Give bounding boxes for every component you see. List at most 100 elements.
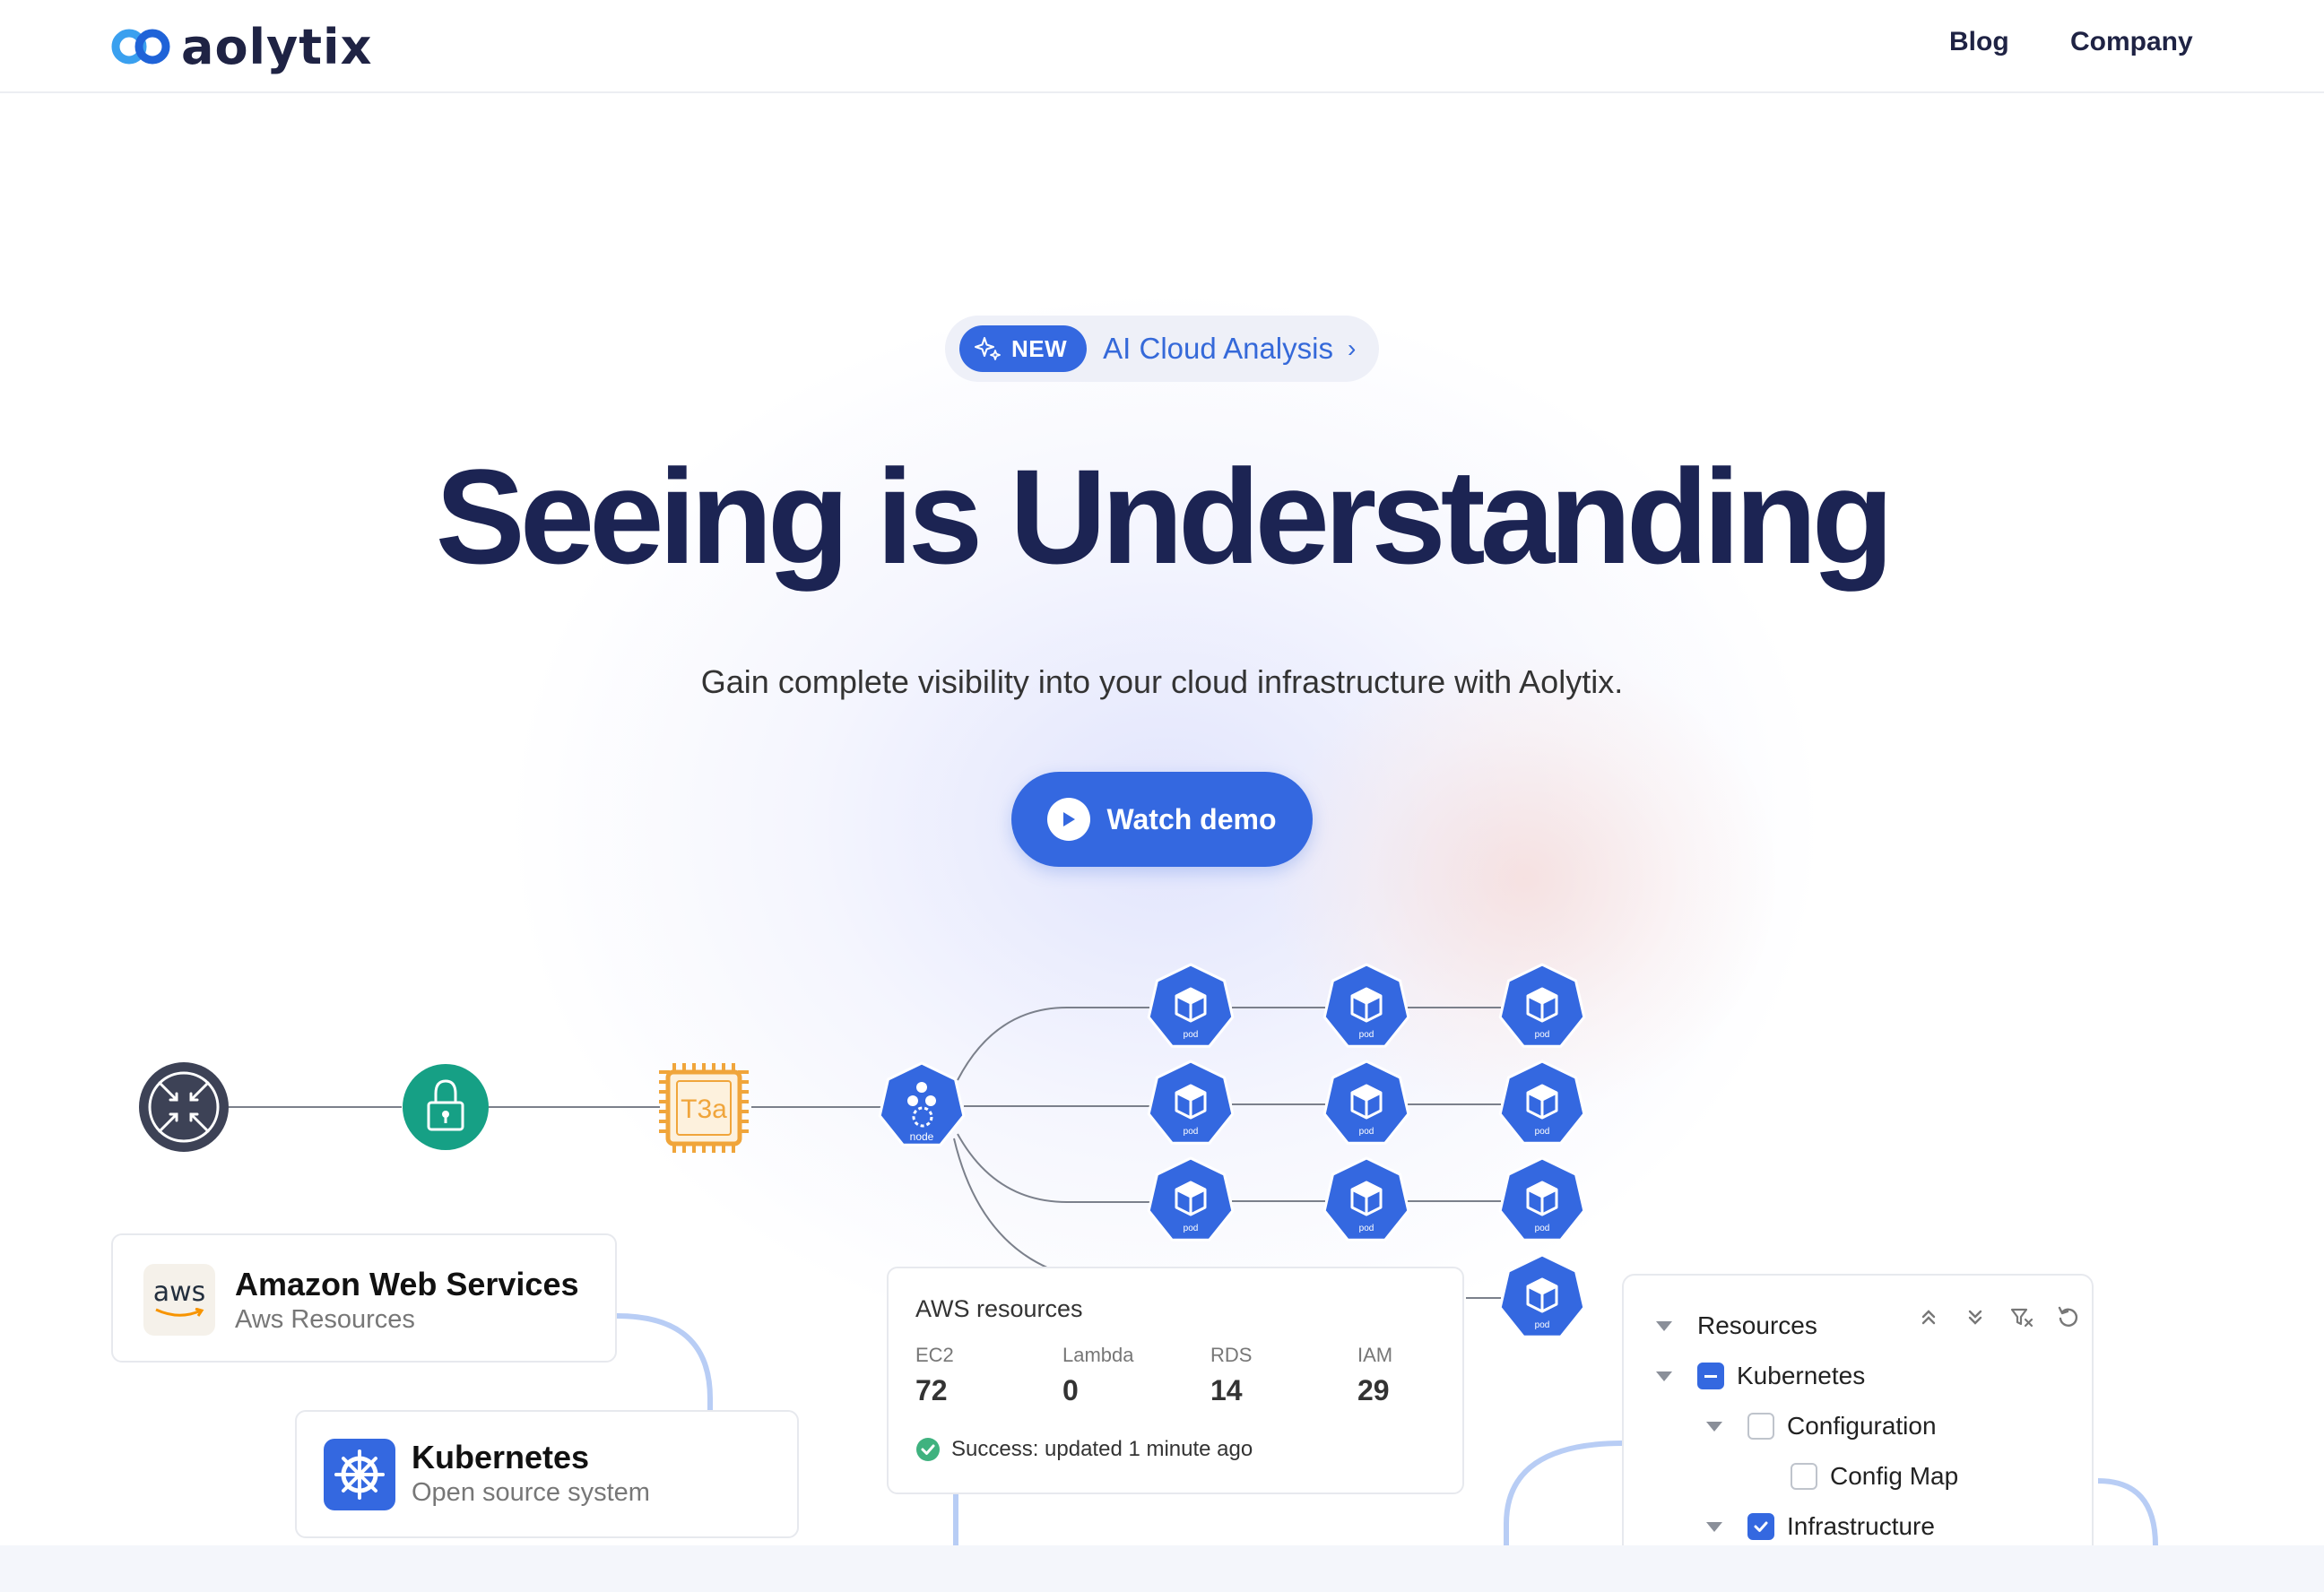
tree-item-infrastructure[interactable]: Infrastructure bbox=[1706, 1512, 1935, 1541]
hero-title: Seeing is Understanding bbox=[435, 441, 1895, 592]
badge-text: AI Cloud Analysis bbox=[1103, 332, 1333, 365]
new-pill: NEW bbox=[959, 325, 1088, 372]
check-circle-icon bbox=[916, 1438, 940, 1461]
pod-label: pod bbox=[1359, 1127, 1374, 1137]
stat-value: 14 bbox=[1210, 1374, 1243, 1406]
pod-node[interactable]: pod bbox=[1322, 1060, 1410, 1145]
pod-label: pod bbox=[1535, 1224, 1550, 1233]
stat-label: RDS bbox=[1210, 1344, 1253, 1366]
pod-label: pod bbox=[1535, 1030, 1550, 1040]
page: aolytix Blog Company NEW AI Cloud Analys… bbox=[0, 0, 2324, 1592]
resources-tree-panel: Resources Kubernetes Configuration Confi… bbox=[1622, 1274, 2094, 1561]
caret-down-icon bbox=[1706, 1521, 1722, 1532]
kubernetes-card[interactable]: Kubernetes Open source system bbox=[295, 1410, 799, 1538]
pod-node[interactable]: pod bbox=[1498, 1156, 1586, 1242]
status-line: Success: updated 1 minute ago bbox=[915, 1437, 1253, 1462]
new-tag: NEW bbox=[1011, 334, 1068, 362]
pod-label: pod bbox=[1535, 1127, 1550, 1137]
link-line bbox=[957, 1133, 1149, 1203]
link-line bbox=[953, 1138, 1050, 1269]
pod-label: pod bbox=[1184, 1127, 1199, 1137]
stat-value: 0 bbox=[1062, 1374, 1079, 1406]
connector-line bbox=[1504, 1441, 1624, 1545]
pod-label: pod bbox=[1184, 1224, 1199, 1233]
tree-item-kubernetes[interactable]: Kubernetes bbox=[1656, 1362, 1865, 1390]
aws-resources-card: AWS resources EC2 72 Lambda 0 RDS 14 IAM… bbox=[887, 1267, 1464, 1494]
brand-logo[interactable]: aolytix bbox=[109, 18, 373, 75]
security-lock-node[interactable] bbox=[403, 1064, 489, 1150]
watch-demo-label: Watch demo bbox=[1106, 802, 1277, 835]
connector-line bbox=[2097, 1478, 2158, 1546]
check-icon bbox=[1754, 1521, 1768, 1532]
chevron-right-icon: › bbox=[1347, 334, 1357, 362]
pod-node[interactable]: pod bbox=[1322, 1156, 1410, 1242]
pod-node[interactable]: pod bbox=[1322, 963, 1410, 1048]
helm-wheel-icon bbox=[324, 1439, 395, 1510]
caret-down-icon bbox=[1656, 1320, 1672, 1331]
collapse-all-icon[interactable] bbox=[1916, 1304, 1941, 1329]
stat-iam: IAM 29 bbox=[1357, 1344, 1392, 1407]
infinity-logo-icon bbox=[111, 29, 170, 65]
k8s-card-subtitle: Open source system bbox=[412, 1478, 650, 1507]
nav-blog[interactable]: Blog bbox=[1949, 27, 2009, 57]
stat-ec2: EC2 72 bbox=[915, 1344, 954, 1407]
top-navbar: aolytix Blog Company bbox=[0, 0, 2324, 93]
pod-label: pod bbox=[1535, 1320, 1550, 1330]
checkbox-checked[interactable] bbox=[1747, 1513, 1774, 1540]
chip-label: T3a bbox=[681, 1094, 727, 1124]
watch-demo-button[interactable]: Watch demo bbox=[1011, 772, 1313, 867]
pod-node[interactable]: pod bbox=[1147, 1060, 1235, 1145]
connector-line bbox=[616, 1313, 713, 1412]
nav-company[interactable]: Company bbox=[2070, 27, 2193, 57]
checkbox-unchecked[interactable] bbox=[1747, 1413, 1774, 1440]
tree-item-label: Configuration bbox=[1787, 1412, 1937, 1440]
hero-subtitle: Gain complete visibility into your cloud… bbox=[700, 663, 1624, 700]
tree-item-configuration[interactable]: Configuration bbox=[1706, 1412, 1937, 1441]
tree-item-label: Infrastructure bbox=[1787, 1512, 1935, 1540]
k8s-card-title: Kubernetes bbox=[412, 1439, 590, 1475]
stat-value: 72 bbox=[915, 1374, 948, 1406]
pod-node[interactable]: pod bbox=[1498, 1060, 1586, 1145]
pod-node[interactable]: pod bbox=[1147, 963, 1235, 1048]
gateway-node[interactable] bbox=[139, 1062, 229, 1152]
checkbox-partial[interactable] bbox=[1697, 1363, 1724, 1389]
tree-item-config-map[interactable]: Config Map bbox=[1791, 1462, 1958, 1491]
sparkle-icon bbox=[975, 337, 1001, 360]
stat-label: EC2 bbox=[915, 1344, 954, 1366]
tree-header[interactable]: Resources bbox=[1656, 1311, 1817, 1340]
aws-logo: aws bbox=[143, 1264, 215, 1336]
aws-logo-text: aws bbox=[152, 1276, 206, 1308]
stat-value: 29 bbox=[1357, 1374, 1390, 1406]
stat-lambda: Lambda 0 bbox=[1062, 1344, 1134, 1407]
aws-smile-icon bbox=[155, 1307, 204, 1317]
pod-node[interactable]: pod bbox=[1498, 963, 1586, 1048]
stat-rds: RDS 14 bbox=[1210, 1344, 1252, 1407]
announcement-badge[interactable]: NEW AI Cloud Analysis › bbox=[945, 316, 1379, 382]
pod-node[interactable]: pod bbox=[1147, 1156, 1235, 1242]
pod-label: pod bbox=[1184, 1030, 1199, 1040]
expand-all-icon[interactable] bbox=[1963, 1304, 1988, 1329]
aws-card[interactable]: aws Amazon Web Services Aws Resources bbox=[111, 1233, 617, 1363]
refresh-icon[interactable] bbox=[2056, 1304, 2081, 1329]
tree-item-label: Config Map bbox=[1830, 1462, 1959, 1490]
k8s-node[interactable]: node bbox=[878, 1061, 966, 1146]
bottom-section-band bbox=[0, 1545, 2324, 1592]
clear-filter-icon[interactable] bbox=[2009, 1304, 2034, 1329]
checkbox-unchecked[interactable] bbox=[1791, 1463, 1817, 1490]
tree-item-label: Kubernetes bbox=[1737, 1362, 1866, 1389]
stat-label: Lambda bbox=[1062, 1344, 1134, 1366]
t3a-chip-node[interactable]: T3a bbox=[659, 1063, 749, 1153]
aws-card-title: Amazon Web Services bbox=[235, 1266, 579, 1302]
status-text: Success: updated 1 minute ago bbox=[951, 1437, 1253, 1461]
aws-card-subtitle: Aws Resources bbox=[235, 1305, 415, 1334]
resources-card-title: AWS resources bbox=[915, 1295, 1083, 1322]
pod-node[interactable]: pod bbox=[1498, 1253, 1586, 1338]
node-label: node bbox=[910, 1130, 934, 1143]
stat-label: IAM bbox=[1357, 1344, 1393, 1366]
pod-label: pod bbox=[1359, 1224, 1374, 1233]
link-line bbox=[957, 1007, 1149, 1081]
pod-label: pod bbox=[1359, 1030, 1374, 1040]
brand-name: aolytix bbox=[181, 18, 373, 75]
play-icon bbox=[1047, 798, 1091, 841]
tree-panel-title: Resources bbox=[1697, 1311, 1817, 1339]
